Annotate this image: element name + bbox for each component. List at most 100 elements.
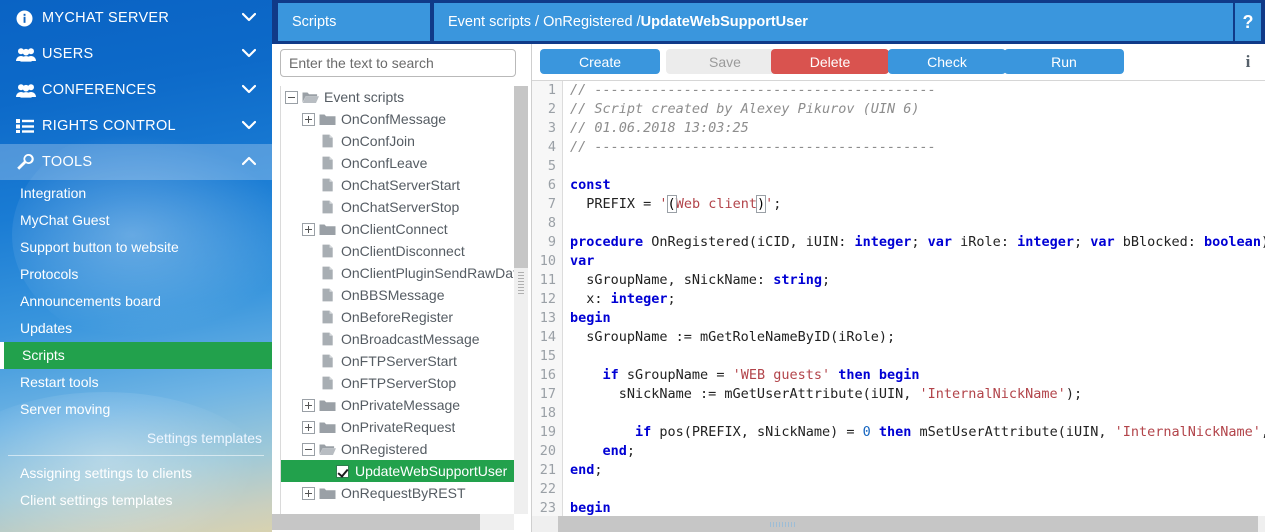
sidebar-item-server-moving[interactable]: Server moving xyxy=(0,396,272,423)
sidebar-item-announcements-board[interactable]: Announcements board xyxy=(0,288,272,315)
tree-horizontal-scrollbar-thumb[interactable] xyxy=(272,514,480,530)
check-button[interactable]: Check xyxy=(888,49,1006,74)
help-button[interactable]: ? xyxy=(1235,3,1261,41)
sidebar-item-users[interactable]: USERS xyxy=(0,36,272,72)
sidebar-item-rights-control[interactable]: RIGHTS CONTROL xyxy=(0,108,272,144)
sidebar-item-conferences[interactable]: CONFERENCES xyxy=(0,72,272,108)
expand-icon[interactable] xyxy=(302,112,315,126)
tree-vertical-scrollbar[interactable] xyxy=(514,86,528,514)
code-line[interactable]: 12 x: integer; xyxy=(532,290,1265,309)
code-line[interactable]: 21 end; xyxy=(532,461,1265,480)
run-button[interactable]: Run xyxy=(1004,49,1124,74)
tree-item[interactable]: OnClientPluginSendRawDat xyxy=(281,262,514,284)
sidebar-item-mychat-server[interactable]: MYCHAT SERVER xyxy=(0,0,272,36)
sidebar-item-scripts[interactable]: Scripts xyxy=(0,342,272,369)
code-line[interactable]: 19 if pos(PREFIX, sNickName) = 0 then mS… xyxy=(532,423,1265,442)
tab-scripts[interactable]: Scripts xyxy=(278,3,430,41)
expand-icon[interactable] xyxy=(302,222,315,236)
tree-item-label: OnPrivateMessage xyxy=(341,397,461,413)
tree-item[interactable]: Event scripts xyxy=(281,86,514,108)
code-line[interactable]: 23 begin xyxy=(532,499,1265,516)
code-line[interactable]: 20 end; xyxy=(532,442,1265,461)
code-token: if xyxy=(635,424,652,440)
code-line[interactable]: 2 // Script created by Alexey Pikurov (UI… xyxy=(532,100,1265,119)
tree-item[interactable]: OnChatServerStop xyxy=(281,196,514,218)
tree-item[interactable]: OnFTPServerStart xyxy=(281,350,514,372)
code-line[interactable]: 11 sGroupName, sNickName: string; xyxy=(532,271,1265,290)
tree-item[interactable]: OnRequestByREST xyxy=(281,482,514,504)
code-line[interactable]: 22 xyxy=(532,480,1265,499)
checkbox-icon[interactable] xyxy=(336,464,349,478)
code-line[interactable]: 18 xyxy=(532,404,1265,423)
search-input[interactable] xyxy=(280,49,516,77)
collapse-icon[interactable] xyxy=(285,90,298,104)
code-line-text: const xyxy=(562,176,1265,195)
editor-horizontal-scrollbar[interactable] xyxy=(532,516,1265,532)
sidebar-item-protocols[interactable]: Protocols xyxy=(0,261,272,288)
code-editor[interactable]: 1 // ------------------------------------… xyxy=(532,80,1265,516)
sidebar-item-updates[interactable]: Updates xyxy=(0,315,272,342)
chevron-down-icon[interactable] xyxy=(241,46,258,62)
tree-item[interactable]: OnConfLeave xyxy=(281,152,514,174)
code-line[interactable]: 13 begin xyxy=(532,309,1265,328)
code-line[interactable]: 16 if sGroupName = 'WEB guests' then beg… xyxy=(532,366,1265,385)
code-line[interactable]: 7 PREFIX = '(Web client)'; xyxy=(532,195,1265,214)
breadcrumb[interactable]: Event scripts / OnRegistered / UpdateWeb… xyxy=(434,3,1233,41)
code-line[interactable]: 9 procedure OnRegistered(iCID, iUIN: inte… xyxy=(532,233,1265,252)
tree-resize-grip[interactable] xyxy=(518,272,524,294)
tree-item[interactable]: OnChatServerStart xyxy=(281,174,514,196)
sidebar-item-restart-tools[interactable]: Restart tools xyxy=(0,369,272,396)
script-tree[interactable]: Event scripts OnConfMessage OnConfJoin OnCo… xyxy=(280,86,514,514)
sidebar-item-client-settings-templates[interactable]: Client settings templates xyxy=(0,487,272,514)
expand-icon[interactable] xyxy=(302,486,315,500)
code-line[interactable]: 17 sNickName := mGetUserAttribute(iUIN, … xyxy=(532,385,1265,404)
editor-horizontal-scrollbar-thumb[interactable] xyxy=(558,516,1258,532)
tree-item[interactable]: OnFTPServerStop xyxy=(281,372,514,394)
delete-button[interactable]: Delete xyxy=(771,49,889,74)
sidebar-item-mychat-guest[interactable]: MyChat Guest xyxy=(0,207,272,234)
line-number: 2 xyxy=(532,100,562,119)
create-button[interactable]: Create xyxy=(540,49,660,74)
code-line[interactable]: 15 xyxy=(532,347,1265,366)
sidebar-item-tools[interactable]: TOOLS xyxy=(0,144,272,180)
expand-icon[interactable] xyxy=(302,398,315,412)
sidebar-item-support-button-to-website[interactable]: Support button to website xyxy=(0,234,272,261)
collapse-icon[interactable] xyxy=(302,442,315,456)
line-number: 7 xyxy=(532,195,562,214)
expand-icon[interactable] xyxy=(302,420,315,434)
code-line[interactable]: 14 sGroupName := mGetRoleNameByID(iRole)… xyxy=(532,328,1265,347)
tree-item[interactable]: OnBBSMessage xyxy=(281,284,514,306)
tree-item[interactable]: OnClientConnect xyxy=(281,218,514,240)
splitter-grip[interactable] xyxy=(770,522,796,527)
tree-item-selected[interactable]: UpdateWebSupportUser xyxy=(281,460,514,482)
tree-item[interactable]: OnRegistered xyxy=(281,438,514,460)
tree-vertical-scrollbar-thumb[interactable] xyxy=(514,86,528,268)
code-token: sNickName := mGetUserAttribute(iUIN, xyxy=(570,386,920,402)
code-line[interactable]: 8 xyxy=(532,214,1265,233)
editor-toolbar: Create Save Delete Check Run i xyxy=(532,44,1265,80)
file-icon xyxy=(319,310,336,324)
code-line[interactable]: 10 var xyxy=(532,252,1265,271)
info-icon[interactable]: i xyxy=(1239,52,1257,72)
chevron-down-icon[interactable] xyxy=(241,82,258,98)
chevron-down-icon[interactable] xyxy=(241,10,258,26)
tree-item[interactable]: OnBroadcastMessage xyxy=(281,328,514,350)
code-line[interactable]: 5 xyxy=(532,157,1265,176)
tree-item[interactable]: OnBeforeRegister xyxy=(281,306,514,328)
sidebar-item-integration[interactable]: Integration xyxy=(0,180,272,207)
tree-horizontal-scrollbar[interactable] xyxy=(272,514,514,530)
sidebar-item-assigning-settings-to-clients[interactable]: Assigning settings to clients xyxy=(0,460,272,487)
chevron-down-icon[interactable] xyxy=(241,118,258,134)
tree-item[interactable]: OnClientDisconnect xyxy=(281,240,514,262)
code-token: // Script created by Alexey Pikurov (UIN… xyxy=(570,101,920,117)
tree-item[interactable]: OnConfJoin xyxy=(281,130,514,152)
tree-item[interactable]: OnConfMessage xyxy=(281,108,514,130)
code-line[interactable]: 1 // ------------------------------------… xyxy=(532,81,1265,100)
code-line[interactable]: 6 const xyxy=(532,176,1265,195)
code-line[interactable]: 3 // 01.06.2018 13:03:25 xyxy=(532,119,1265,138)
code-line[interactable]: 4 // ------------------------------------… xyxy=(532,138,1265,157)
tree-item[interactable]: OnPrivateMessage xyxy=(281,394,514,416)
chevron-up-icon[interactable] xyxy=(241,154,258,170)
tree-item[interactable]: OnPrivateRequest xyxy=(281,416,514,438)
